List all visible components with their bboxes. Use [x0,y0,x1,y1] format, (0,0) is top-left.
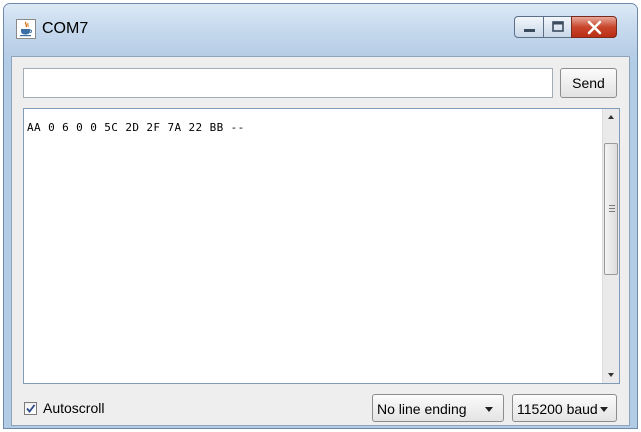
serial-output-text: AA 0 6 0 0 5C 2D 2F 7A 22 BB -- [27,121,245,134]
send-button[interactable]: Send [560,68,617,98]
maximize-button[interactable] [543,16,572,38]
line-ending-select[interactable]: No line ending [372,394,504,422]
checkmark-icon [26,403,36,413]
autoscroll-label: Autoscroll [43,400,105,416]
baud-rate-select[interactable]: 115200 baud [512,394,617,422]
footer-bar: Autoscroll No line ending 115200 baud [12,387,629,427]
baud-rate-value: 115200 baud [517,401,598,417]
scroll-down-arrow-icon[interactable] [603,366,619,383]
autoscroll-toggle[interactable]: Autoscroll [24,400,104,416]
chevron-down-icon [485,407,493,412]
serial-monitor-body: Send AA 0 6 0 0 5C 2D 2F 7A 22 BB -- Aut… [11,56,630,426]
grip-icon [609,205,615,214]
java-cup-icon [16,19,36,39]
chevron-down-icon [600,407,608,412]
line-ending-value: No line ending [377,401,467,417]
window-title: COM7 [42,20,89,37]
serial-output-area[interactable]: AA 0 6 0 0 5C 2D 2F 7A 22 BB -- [23,108,620,384]
close-button[interactable] [571,16,617,38]
minimize-icon [524,29,535,32]
maximize-icon [552,21,564,32]
scroll-thumb[interactable] [604,143,618,275]
vertical-scrollbar[interactable] [602,109,619,383]
title-bar[interactable]: COM7 [4,4,637,56]
serial-monitor-window: COM7 Send AA 0 6 0 0 5C 2D 2F 7A 22 BB -… [3,3,638,429]
send-input[interactable] [23,68,553,98]
minimize-button[interactable] [514,16,544,38]
close-icon [587,20,602,35]
scroll-up-arrow-icon[interactable] [603,109,619,126]
autoscroll-checkbox[interactable] [24,401,37,415]
